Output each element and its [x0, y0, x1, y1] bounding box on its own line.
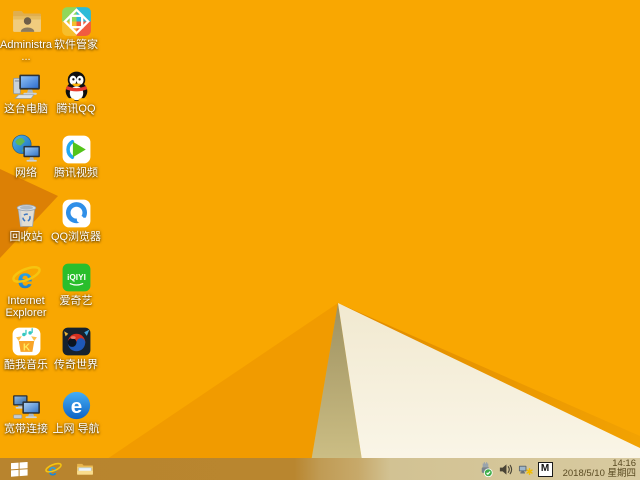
- desktop-icon-label: 这台电脑: [4, 103, 48, 115]
- administrator-folder-icon: [10, 5, 43, 38]
- desktop-icon-administrator-folder[interactable]: Administra...: [0, 5, 52, 63]
- desktop-icon-label: Internet Explorer: [0, 295, 52, 319]
- kuwo-music-icon: K: [10, 325, 43, 358]
- desktop-icon-label: QQ浏览器: [51, 231, 101, 243]
- desktop-icon-iqiyi[interactable]: iQIYI 爱奇艺: [50, 261, 102, 307]
- tencent-qq-icon: [60, 69, 93, 102]
- desktop-icon-tencent-video[interactable]: 腾讯视频: [50, 133, 102, 179]
- svg-text:e: e: [70, 395, 81, 418]
- legend-world-icon: [60, 325, 93, 358]
- start-button[interactable]: [0, 458, 38, 480]
- svg-text:iQIYI: iQIYI: [67, 273, 86, 282]
- taskbar-file-explorer-button[interactable]: [69, 458, 100, 480]
- desktop-icon-software-manager[interactable]: 软件管家: [50, 5, 102, 51]
- desktop-icon-label: 回收站: [10, 231, 43, 243]
- desktop-icon-broadband-connection[interactable]: 宽带连接: [0, 389, 52, 435]
- desktop-icon-label: 宽带连接: [4, 423, 48, 435]
- desktop-icon-this-pc[interactable]: 这台电脑: [0, 69, 52, 115]
- desktop-icon-label: 软件管家: [54, 39, 98, 51]
- desktop-icon-label: 上网 导航: [52, 423, 99, 435]
- desktop-icon-kuwo-music[interactable]: K 酷我音乐: [0, 325, 52, 371]
- desktop-icon-label: 网络: [15, 167, 37, 179]
- this-pc-icon: [10, 69, 43, 102]
- desktop-icon-legend-world[interactable]: 传奇世界: [50, 325, 102, 371]
- desktop-icon-internet-explorer[interactable]: e Internet Explorer: [0, 261, 52, 319]
- desktop-icon-tencent-qq[interactable]: 腾讯QQ: [50, 69, 102, 115]
- desktop-icon-label: 传奇世界: [54, 359, 98, 371]
- desktop-icon-network[interactable]: 网络: [0, 133, 52, 179]
- desktop-icon-label: 腾讯视频: [54, 167, 98, 179]
- taskbar-internet-explorer-button[interactable]: e: [38, 458, 69, 480]
- desktop-icon-label: Administra...: [0, 39, 52, 63]
- input-method-indicator[interactable]: M: [538, 462, 553, 477]
- taskbar: e: [0, 458, 640, 480]
- desktop-icon-qq-browser[interactable]: QQ浏览器: [50, 197, 102, 243]
- internet-explorer-icon: e: [10, 261, 43, 294]
- qq-browser-icon: [60, 197, 93, 230]
- desktop-icon-web-navigation[interactable]: e 上网 导航: [50, 389, 102, 435]
- internet-explorer-icon: e: [44, 460, 63, 479]
- iqiyi-icon: iQIYI: [60, 261, 93, 294]
- svg-text:K: K: [22, 342, 29, 353]
- volume-icon[interactable]: [498, 462, 513, 477]
- recycle-bin-icon: [10, 197, 43, 230]
- desktop-icon-label: 腾讯QQ: [56, 103, 95, 115]
- network-status-warning-icon[interactable]: [518, 462, 533, 477]
- desktop: Administra... 软件管家: [0, 0, 640, 480]
- broadband-connection-icon: [10, 389, 43, 422]
- desktop-icon-label: 酷我音乐: [4, 359, 48, 371]
- network-icon: [10, 133, 43, 166]
- clock-date: 2018/5/10 星期四: [563, 469, 636, 479]
- desktop-icon-recycle-bin[interactable]: 回收站: [0, 197, 52, 243]
- usb-device-icon[interactable]: [478, 462, 493, 477]
- system-tray: M 14:16 2018/5/10 星期四: [478, 459, 640, 479]
- desktop-icon-label: 爱奇艺: [60, 295, 93, 307]
- windows-logo-icon: [11, 462, 28, 477]
- web-navigation-icon: e: [60, 389, 93, 422]
- file-explorer-icon: [76, 461, 94, 477]
- tencent-video-icon: [60, 133, 93, 166]
- taskbar-clock[interactable]: 14:16 2018/5/10 星期四: [563, 459, 636, 479]
- software-manager-icon: [60, 5, 93, 38]
